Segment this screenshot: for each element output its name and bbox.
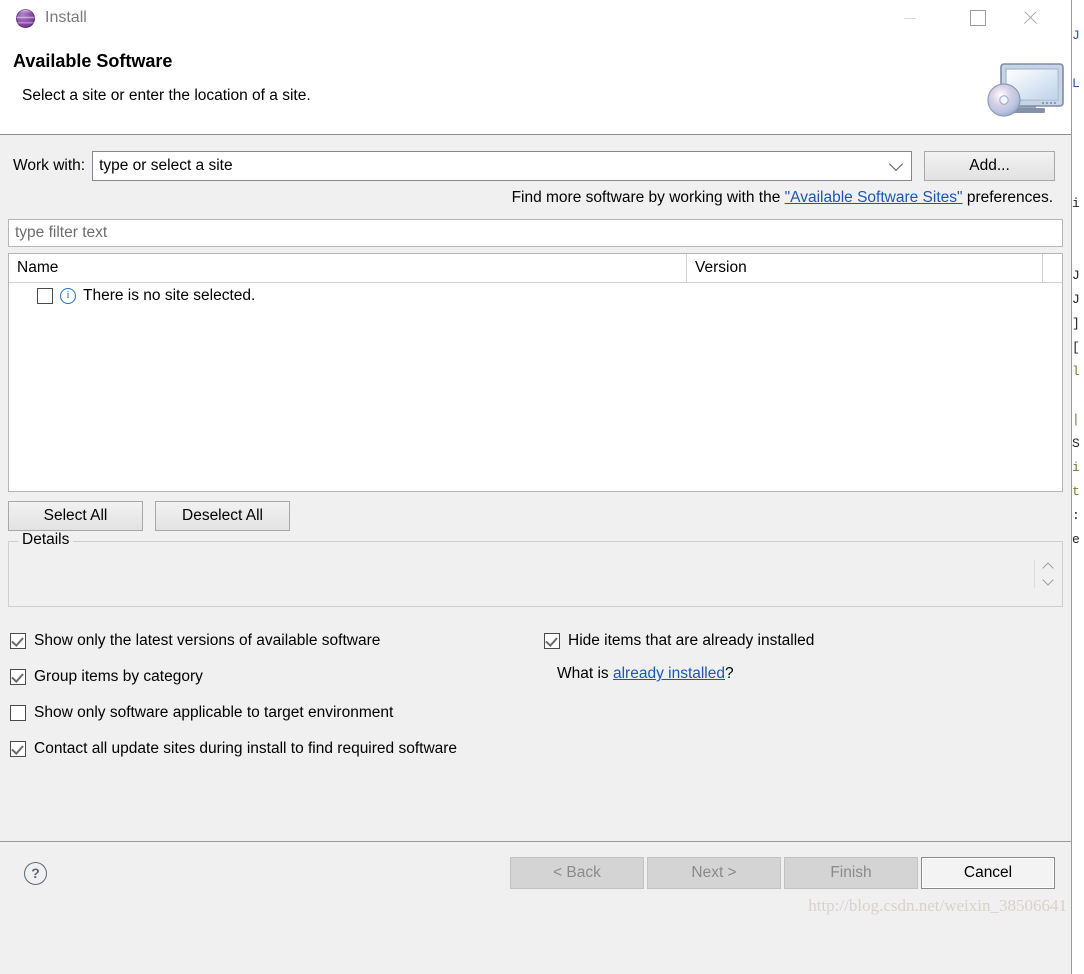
option-checkbox[interactable] bbox=[544, 633, 560, 649]
selection-buttons: Select All Deselect All bbox=[8, 501, 1071, 531]
option-show-latest-versions[interactable]: Show only the latest versions of availab… bbox=[10, 623, 1071, 659]
work-with-row: Work with: type or select a site Add... bbox=[0, 135, 1071, 181]
dialog-footer: ? < Back Next > Finish Cancel http://blo… bbox=[0, 841, 1071, 924]
option-label: Group items by category bbox=[34, 668, 203, 685]
watermark-text: http://blog.csdn.net/weixin_38506641 bbox=[808, 896, 1067, 915]
background-editor-sliver: J L i J J ] [ l | S i t : e bbox=[1072, 0, 1084, 974]
option-label: Show only the latest versions of availab… bbox=[34, 632, 381, 649]
option-label: Contact all update sites during install … bbox=[34, 740, 458, 757]
work-with-combobox[interactable]: type or select a site bbox=[92, 151, 912, 181]
dialog-body: Work with: type or select a site Add... … bbox=[0, 135, 1071, 841]
available-software-sites-link[interactable]: "Available Software Sites" bbox=[785, 189, 963, 206]
chevron-up-icon bbox=[1042, 562, 1054, 574]
title-bar: Install bbox=[0, 0, 1071, 36]
option-checkbox[interactable] bbox=[10, 705, 26, 721]
wizard-banner: Available Software Select a site or ente… bbox=[0, 36, 1071, 135]
table-header: Name Version bbox=[9, 254, 1062, 283]
chevron-down-icon bbox=[888, 156, 904, 172]
details-label: Details bbox=[18, 531, 74, 549]
close-icon bbox=[1022, 10, 1038, 26]
cancel-button[interactable]: Cancel bbox=[921, 857, 1055, 889]
select-all-button[interactable]: Select All bbox=[8, 501, 143, 531]
minimize-icon bbox=[904, 17, 916, 19]
finish-button[interactable]: Finish bbox=[784, 857, 918, 889]
option-contact-update-sites[interactable]: Contact all update sites during install … bbox=[10, 731, 1071, 767]
chevron-down-icon bbox=[1042, 574, 1054, 586]
filter-input[interactable]: type filter text bbox=[8, 219, 1063, 247]
option-applicable-target-environment[interactable]: Show only software applicable to target … bbox=[10, 695, 1071, 731]
hint-suffix: preferences. bbox=[962, 189, 1053, 206]
help-question-icon[interactable]: ? bbox=[24, 862, 47, 885]
option-hide-installed[interactable]: Hide items that are already installed bbox=[544, 623, 814, 659]
monitor-with-disc-icon bbox=[987, 63, 1064, 117]
option-group-by-category[interactable]: Group items by category bbox=[10, 659, 1071, 695]
info-icon: i bbox=[60, 288, 76, 304]
row-checkbox[interactable] bbox=[37, 288, 53, 304]
install-dialog: Install Available Software Select a site… bbox=[0, 0, 1072, 974]
what-is-installed-text: What is already installed? bbox=[544, 665, 814, 683]
eclipse-sphere-icon bbox=[16, 8, 35, 28]
option-checkbox[interactable] bbox=[10, 633, 26, 649]
what-is-prefix: What is bbox=[557, 665, 613, 682]
footer-buttons: < Back Next > Finish Cancel bbox=[507, 857, 1055, 889]
details-group: Details bbox=[8, 531, 1063, 607]
maximize-button[interactable] bbox=[955, 0, 1001, 36]
work-with-label: Work with: bbox=[13, 157, 86, 174]
hint-prefix: Find more software by working with the bbox=[511, 189, 785, 206]
back-button[interactable]: < Back bbox=[510, 857, 644, 889]
option-label: Show only software applicable to target … bbox=[34, 704, 394, 721]
option-label: Hide items that are already installed bbox=[568, 632, 815, 649]
software-table[interactable]: Name Version i There is no site selected… bbox=[8, 253, 1063, 492]
add-site-button[interactable]: Add... bbox=[924, 151, 1055, 181]
window-title: Install bbox=[45, 9, 87, 26]
option-checkbox[interactable] bbox=[10, 741, 26, 757]
what-is-suffix: ? bbox=[725, 665, 734, 682]
work-with-value: type or select a site bbox=[99, 157, 233, 174]
deselect-all-button[interactable]: Deselect All bbox=[155, 501, 290, 531]
page-subtitle: Select a site or enter the location of a… bbox=[22, 87, 311, 104]
column-header-name[interactable]: Name bbox=[9, 254, 687, 282]
table-row[interactable]: i There is no site selected. bbox=[9, 283, 1062, 309]
minimize-button[interactable] bbox=[887, 0, 933, 36]
available-sites-hint: Find more software by working with the "… bbox=[0, 181, 1071, 207]
maximize-icon bbox=[970, 10, 986, 26]
option-checkbox[interactable] bbox=[10, 669, 26, 685]
page-title: Available Software bbox=[13, 51, 173, 71]
row-name: There is no site selected. bbox=[83, 287, 256, 304]
options-area: Show only the latest versions of availab… bbox=[0, 607, 1071, 757]
details-scroll-spinner[interactable] bbox=[1034, 560, 1056, 588]
column-header-version[interactable]: Version bbox=[687, 254, 1043, 282]
close-button[interactable] bbox=[1007, 0, 1053, 36]
options-right-column: Hide items that are already installed Wh… bbox=[544, 623, 814, 683]
already-installed-link[interactable]: already installed bbox=[613, 665, 725, 682]
filter-placeholder: type filter text bbox=[15, 224, 108, 241]
next-button[interactable]: Next > bbox=[647, 857, 781, 889]
